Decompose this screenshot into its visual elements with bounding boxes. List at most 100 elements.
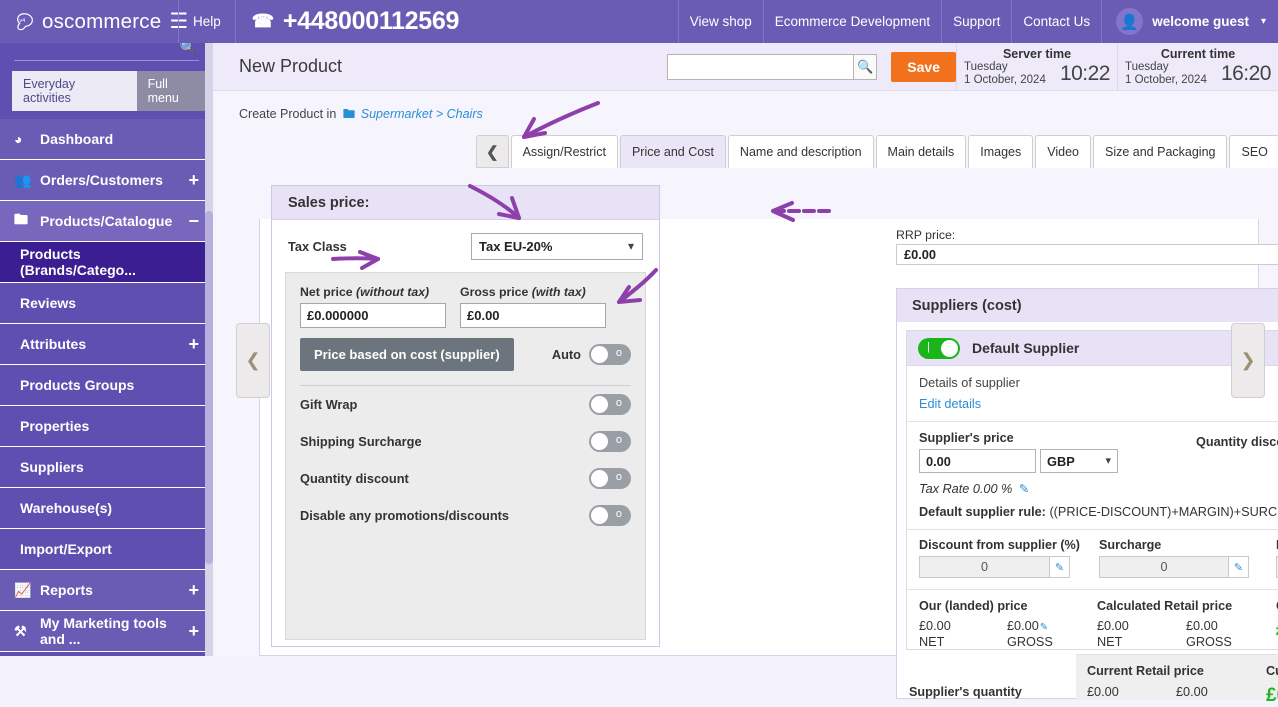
tab-assign-restrict[interactable]: Assign/Restrict bbox=[510, 135, 618, 168]
sidebar-item-suppliers-label: Suppliers bbox=[20, 459, 84, 475]
segment-everyday-activities-label: Everyday activities bbox=[23, 77, 76, 105]
sidebar-search-row[interactable]: 🔍 bbox=[0, 43, 213, 65]
sidebar-item-products-label: Products (Brands/Catego... bbox=[20, 246, 136, 278]
current-profit-value: £0.00 bbox=[1266, 685, 1278, 706]
sidebar-item-suppliers[interactable]: Suppliers bbox=[0, 447, 213, 488]
collapse-minus-icon[interactable]: − bbox=[188, 212, 199, 230]
expand-plus-icon[interactable]: + bbox=[188, 171, 199, 189]
expand-plus-icon[interactable]: + bbox=[188, 581, 199, 599]
sidebar-item-reports[interactable]: 📈 Reports + bbox=[0, 570, 213, 611]
sidebar-item-orders-customers[interactable]: 👥 Orders/Customers + bbox=[0, 160, 213, 201]
adjustment-fields-row: Discount from supplier (%) ✎ Surcharge ✎ bbox=[919, 530, 1278, 578]
search-icon[interactable]: 🔍 bbox=[853, 53, 878, 80]
tab-price-and-cost-label: Price and Cost bbox=[631, 145, 714, 159]
breadcrumb-category[interactable]: Supermarket bbox=[361, 107, 433, 121]
segment-full-menu[interactable]: Full menu bbox=[136, 71, 213, 111]
gross-price-input[interactable] bbox=[460, 303, 606, 328]
tab-video[interactable]: Video bbox=[1035, 135, 1091, 168]
calculated-retail-gross: £0.00 GROSS bbox=[1186, 619, 1232, 649]
option-row-quantity-discount: Quantity discount o bbox=[300, 460, 631, 497]
save-button[interactable]: Save bbox=[891, 51, 956, 82]
current-retail-net-amount: £0.00 bbox=[1087, 685, 1119, 699]
surcharge-input[interactable] bbox=[1099, 556, 1229, 578]
tab-images[interactable]: Images bbox=[968, 135, 1034, 168]
current-profit-title-wrap: Current Profit bbox=[1266, 664, 1278, 684]
sidebar-item-products-groups[interactable]: Products Groups bbox=[0, 365, 213, 406]
currency-select[interactable]: GBP bbox=[1040, 449, 1118, 473]
supplier-details-text: Details of supplier bbox=[919, 376, 1020, 390]
net-price-input[interactable] bbox=[300, 303, 446, 328]
sidebar-item-properties[interactable]: Properties bbox=[0, 406, 213, 447]
segment-everyday-activities[interactable]: Everyday activities bbox=[12, 71, 137, 111]
sidebar-scrollbar-thumb[interactable] bbox=[205, 211, 213, 564]
nav-view-shop[interactable]: View shop bbox=[677, 0, 763, 43]
disable-promotions-toggle[interactable]: o bbox=[589, 505, 631, 526]
sidebar-scrollbar-track[interactable] bbox=[205, 43, 213, 656]
expand-plus-icon[interactable]: + bbox=[188, 622, 199, 640]
main-content: New Product 🔍 Save Server time Tuesday 1… bbox=[213, 42, 1278, 706]
surcharge-label: Surcharge bbox=[1099, 538, 1162, 552]
pencil-icon[interactable]: ✎ bbox=[1019, 482, 1030, 496]
user-menu[interactable]: 👤 welcome guest ▾ bbox=[1101, 0, 1278, 43]
tab-scroll-left-icon[interactable]: ❮ bbox=[476, 135, 509, 168]
search-icon[interactable]: 🔍 bbox=[180, 43, 197, 56]
phone-number: +448000112569 bbox=[282, 7, 460, 35]
supplier-enabled-toggle[interactable]: | bbox=[918, 337, 960, 359]
search-input[interactable] bbox=[667, 53, 854, 80]
sidebar-item-dashboard[interactable]: ◕ Dashboard bbox=[0, 119, 213, 160]
brand-logo-area[interactable]: v4 oscommerce ☰ bbox=[0, 0, 188, 43]
surcharge-field-group: Surcharge ✎ bbox=[1099, 538, 1276, 578]
gift-wrap-toggle[interactable]: o bbox=[589, 394, 631, 415]
discount-input[interactable] bbox=[919, 556, 1050, 578]
sidebar-item-warehouses[interactable]: Warehouse(s) bbox=[0, 488, 213, 529]
rrp-price-input[interactable] bbox=[896, 244, 1278, 265]
next-page-button[interactable]: ❯ bbox=[1231, 323, 1265, 398]
server-time-clock: 10:22 bbox=[1059, 61, 1111, 85]
disable-promotions-toggle-indicator: o bbox=[615, 508, 622, 520]
sidebar-item-import-export[interactable]: Import/Export bbox=[0, 529, 213, 570]
edit-details-link[interactable]: Edit details bbox=[919, 397, 1278, 411]
nav-ecommerce-development[interactable]: Ecommerce Development bbox=[762, 0, 941, 43]
tax-class-select[interactable]: Tax EU-20% bbox=[471, 233, 643, 260]
marketing-icon: ⚒ bbox=[14, 622, 27, 639]
phone-number-block[interactable]: ☎ +448000112569 bbox=[236, 0, 475, 43]
gift-wrap-label: Gift Wrap bbox=[300, 397, 358, 412]
calculated-retail-values: £0.00 NET £0.00 GROSS bbox=[1097, 619, 1276, 649]
segment-full-menu-label: Full menu bbox=[147, 77, 179, 105]
sidebar-item-reviews[interactable]: Reviews bbox=[0, 283, 213, 324]
tab-seo[interactable]: SEO bbox=[1229, 135, 1278, 168]
pencil-icon[interactable]: ✎ bbox=[1229, 556, 1249, 578]
help-button[interactable]: Help bbox=[178, 0, 236, 43]
option-row-shipping-surcharge: Shipping Surcharge o bbox=[300, 423, 631, 460]
pencil-icon[interactable]: ✎ bbox=[1050, 556, 1070, 578]
tab-size-and-packaging[interactable]: Size and Packaging bbox=[1092, 135, 1228, 168]
price-summary-grid: Our (landed) price £0.00 NET £0.00✎ GROS… bbox=[919, 590, 1278, 649]
current-price-titles: Current Retail price Current Profit bbox=[1076, 655, 1278, 684]
previous-page-button[interactable]: ❮ bbox=[236, 323, 270, 398]
tab-price-and-cost[interactable]: Price and Cost bbox=[619, 135, 726, 168]
sidebar-item-products[interactable]: Products (Brands/Catego... bbox=[0, 242, 213, 283]
auto-toggle[interactable]: o bbox=[589, 344, 631, 365]
expand-plus-icon[interactable]: + bbox=[188, 334, 199, 355]
nav-contact-us[interactable]: Contact Us bbox=[1011, 0, 1101, 43]
tab-main-details[interactable]: Main details bbox=[875, 135, 967, 168]
supplier-price-input[interactable] bbox=[919, 449, 1036, 473]
supplier-enabled-toggle-knob bbox=[941, 339, 958, 357]
folder-icon: 🖿 bbox=[14, 211, 28, 227]
sidebar-item-attributes[interactable]: Attributes + bbox=[0, 324, 213, 365]
tax-rate-text: Tax Rate 0.00 % bbox=[919, 482, 1013, 496]
pencil-icon[interactable]: ✎ bbox=[1040, 622, 1048, 633]
net-price-label-text: Net price bbox=[300, 285, 353, 299]
breadcrumb-subcategory[interactable]: Chairs bbox=[447, 107, 483, 121]
price-based-on-cost-button[interactable]: Price based on cost (supplier) bbox=[300, 338, 514, 371]
sidebar-item-products-catalogue[interactable]: 🖿 Products/Catalogue − bbox=[0, 201, 213, 242]
current-time-datestring: 1 October, 2024 bbox=[1125, 73, 1207, 86]
tab-name-and-description[interactable]: Name and description bbox=[727, 135, 874, 168]
chevron-down-icon: ▾ bbox=[1260, 16, 1266, 27]
sidebar-item-marketing-tools[interactable]: ⚒ My Marketing tools and ... + bbox=[0, 611, 213, 652]
quantity-discount-toggle[interactable]: o bbox=[589, 468, 631, 489]
suppliers-cost-card: Suppliers (cost) | Default Supplier 🗑 − … bbox=[896, 288, 1278, 706]
dashboard-icon: ◕ bbox=[14, 131, 23, 147]
nav-support[interactable]: Support bbox=[941, 0, 1011, 43]
shipping-surcharge-toggle[interactable]: o bbox=[589, 431, 631, 452]
